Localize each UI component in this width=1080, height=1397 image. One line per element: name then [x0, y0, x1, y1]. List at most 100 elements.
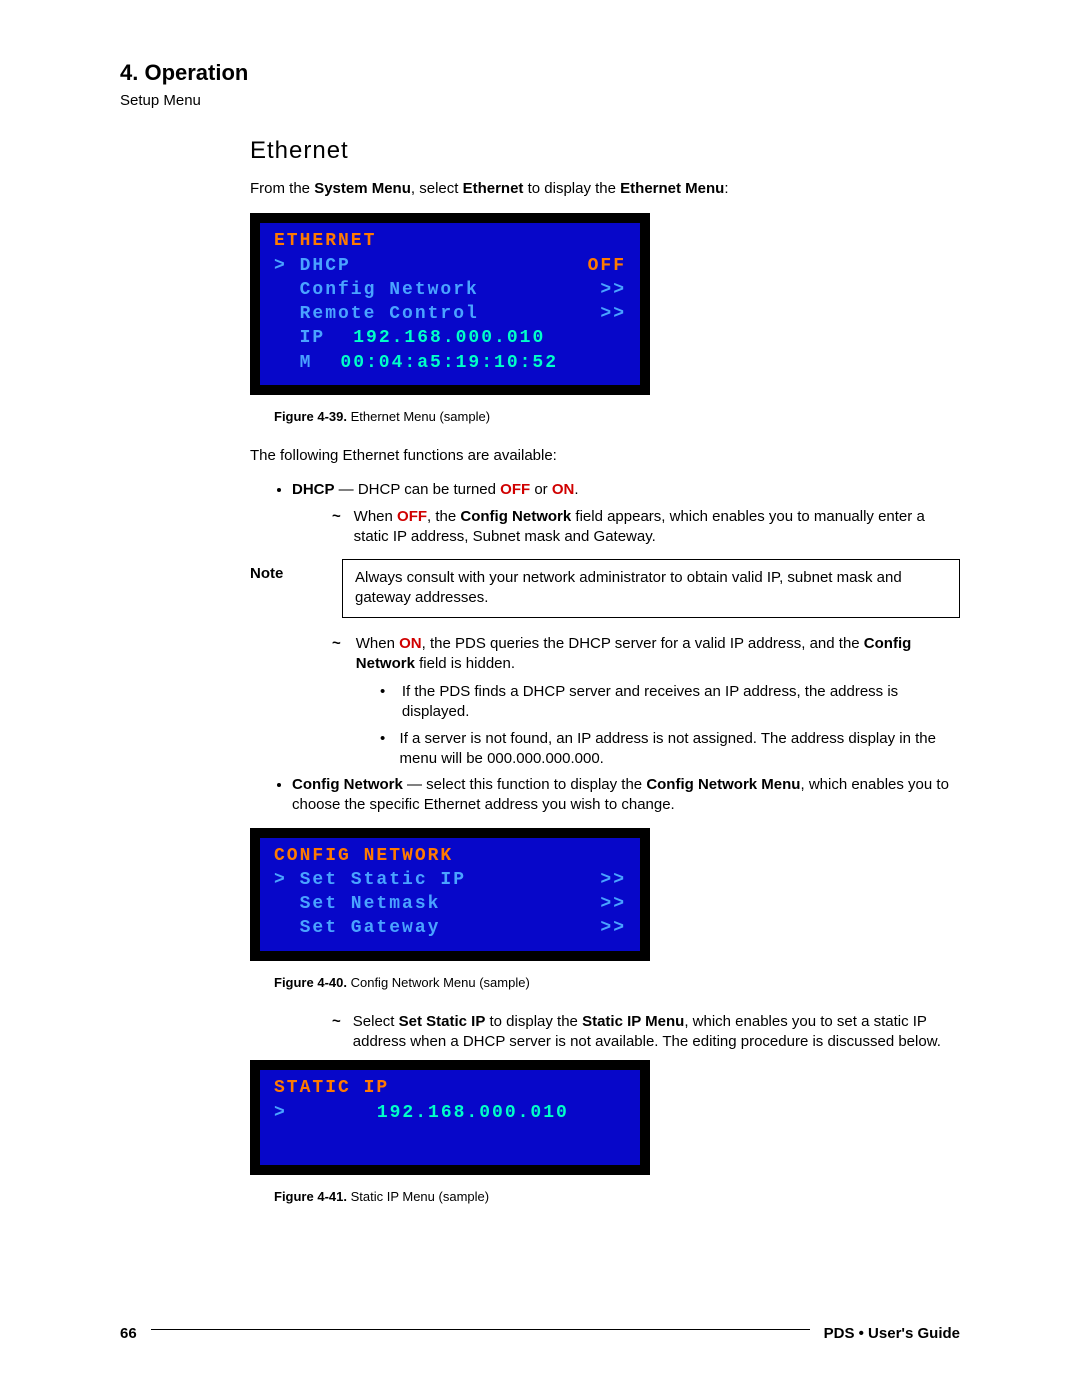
bullet-dhcp: DHCP — DHCP can be turned OFF or ON. ~ W… [292, 480, 960, 547]
menu-title: STATIC IP [274, 1076, 626, 1100]
text: When [354, 508, 397, 525]
bullet-list: DHCP — DHCP can be turned OFF or ON. ~ W… [250, 480, 960, 547]
figure-text: Config Network Menu (sample) [351, 975, 530, 990]
text: Config Network Menu [646, 776, 800, 793]
text: Select Set Static IP to display the Stat… [353, 1012, 960, 1053]
static-ip-menu-inner: STATIC IP >192.168.000.010 [260, 1070, 640, 1165]
chapter-title: 4. Operation [120, 60, 960, 86]
doc-title: PDS • User's Guide [824, 1325, 960, 1342]
figure-text: Static IP Menu (sample) [351, 1189, 489, 1204]
text: Ethernet Menu [620, 180, 724, 197]
text: . [574, 481, 578, 498]
menu-row-set-netmask: Set Netmask >> [274, 892, 626, 916]
figure-caption-40: Figure 4-40. Config Network Menu (sample… [274, 975, 960, 990]
tilde-icon: ~ [332, 507, 342, 548]
menu-value: 00:04:a5:19:10:52 [340, 353, 558, 373]
menu-label: IP [274, 328, 325, 348]
available-functions-intro: The following Ethernet functions are ava… [250, 446, 960, 466]
figure-text: Ethernet Menu (sample) [351, 409, 490, 424]
text: When ON, the PDS queries the DHCP server… [356, 634, 960, 675]
dot-list: • If the PDS finds a DHCP server and rec… [380, 682, 960, 769]
menu-row-dhcp: > DHCP OFF [274, 254, 626, 278]
text: OFF [397, 508, 427, 525]
figure-number: Figure 4-39. [274, 409, 347, 424]
config-network-menu-panel: CONFIG NETWORK > Set Static IP >> Set Ne… [250, 828, 650, 961]
sub-item-on: ~ When ON, the PDS queries the DHCP serv… [332, 634, 960, 675]
tilde-icon: ~ [332, 1012, 341, 1053]
menu-label: M [274, 353, 312, 373]
menu-label: Remote Control [274, 302, 479, 326]
section-label: Setup Menu [120, 92, 960, 109]
menu-label: Set Netmask [274, 892, 440, 916]
config-network-menu-inner: CONFIG NETWORK > Set Static IP >> Set Ne… [260, 838, 640, 951]
figure-caption-41: Figure 4-41. Static IP Menu (sample) [274, 1189, 960, 1204]
text: Set Static IP [399, 1013, 486, 1030]
ethernet-menu-panel: ETHERNET > DHCP OFF Config Network >> Re… [250, 213, 650, 395]
text: DHCP [292, 481, 335, 498]
sub-list: ~ Select Set Static IP to display the St… [332, 1012, 960, 1053]
menu-row-static-ip: >192.168.000.010 [274, 1101, 626, 1125]
menu-row-mac: M 00:04:a5:19:10:52 [274, 351, 626, 375]
footer-rule [151, 1329, 810, 1330]
menu-label: > DHCP [274, 254, 351, 278]
text: or [530, 481, 552, 498]
text: System Menu [314, 180, 411, 197]
text: , select [411, 180, 463, 197]
menu-row-config-network: Config Network >> [274, 278, 626, 302]
text: If a server is not found, an IP address … [400, 729, 960, 770]
figure-number: Figure 4-40. [274, 975, 347, 990]
figure-caption-39: Figure 4-39. Ethernet Menu (sample) [274, 409, 960, 424]
note-label: Note [250, 559, 320, 582]
menu-value: 192.168.000.010 [377, 1103, 569, 1123]
menu-value: OFF [588, 254, 626, 278]
menu-row-remote-control: Remote Control >> [274, 302, 626, 326]
page-footer: 66 PDS • User's Guide [120, 1325, 960, 1342]
text: ON [399, 635, 422, 652]
menu-row-set-static-ip: > Set Static IP >> [274, 868, 626, 892]
bullet-icon: • [380, 729, 388, 770]
text: If the PDS finds a DHCP server and recei… [402, 682, 960, 723]
menu-label: Config Network [274, 278, 479, 302]
text: ON [552, 481, 575, 498]
menu-title: CONFIG NETWORK [274, 844, 626, 868]
menu-title: ETHERNET [274, 229, 626, 253]
text: Config Network [460, 508, 571, 525]
sub-item-off: ~ When OFF, the Config Network field app… [332, 507, 960, 548]
text: , the PDS queries the DHCP server for a … [422, 635, 864, 652]
bullet-icon: • [380, 682, 390, 723]
dot-item: • If a server is not found, an IP addres… [380, 729, 960, 770]
sub-item-set-static: ~ Select Set Static IP to display the St… [332, 1012, 960, 1053]
text: to display the [485, 1013, 582, 1030]
note-box: Always consult with your network adminis… [342, 559, 960, 618]
page-number: 66 [120, 1325, 137, 1342]
menu-label: > [274, 1103, 287, 1123]
note-block: Note Always consult with your network ad… [250, 559, 960, 618]
text: When OFF, the Config Network field appea… [354, 507, 960, 548]
submenu-icon: >> [600, 892, 626, 916]
submenu-icon: >> [600, 916, 626, 940]
tilde-icon: ~ [332, 634, 344, 675]
text: to display the [523, 180, 620, 197]
menu-label: Set Gateway [274, 916, 440, 940]
text: Ethernet [463, 180, 524, 197]
text: When [356, 635, 399, 652]
ethernet-heading: Ethernet [250, 137, 960, 165]
menu-row-ip: IP 192.168.000.010 [274, 326, 626, 350]
text: OFF [500, 481, 530, 498]
text: Select [353, 1013, 399, 1030]
sub-list: ~ When ON, the PDS queries the DHCP serv… [332, 634, 960, 770]
text: From the [250, 180, 314, 197]
submenu-icon: >> [600, 868, 626, 892]
text: , the [427, 508, 460, 525]
bullet-list: Config Network — select this function to… [250, 775, 960, 816]
menu-value: 192.168.000.010 [353, 328, 545, 348]
submenu-icon: >> [600, 278, 626, 302]
bullet-config-network: Config Network — select this function to… [292, 775, 960, 816]
page: 4. Operation Setup Menu Ethernet From th… [0, 0, 1080, 1397]
text: — select this function to display the [403, 776, 646, 793]
text: Config Network [292, 776, 403, 793]
content-column: Ethernet From the System Menu, select Et… [250, 137, 960, 1204]
intro-paragraph: From the System Menu, select Ethernet to… [250, 179, 960, 199]
text: — DHCP can be turned [335, 481, 501, 498]
menu-label: > Set Static IP [274, 868, 466, 892]
